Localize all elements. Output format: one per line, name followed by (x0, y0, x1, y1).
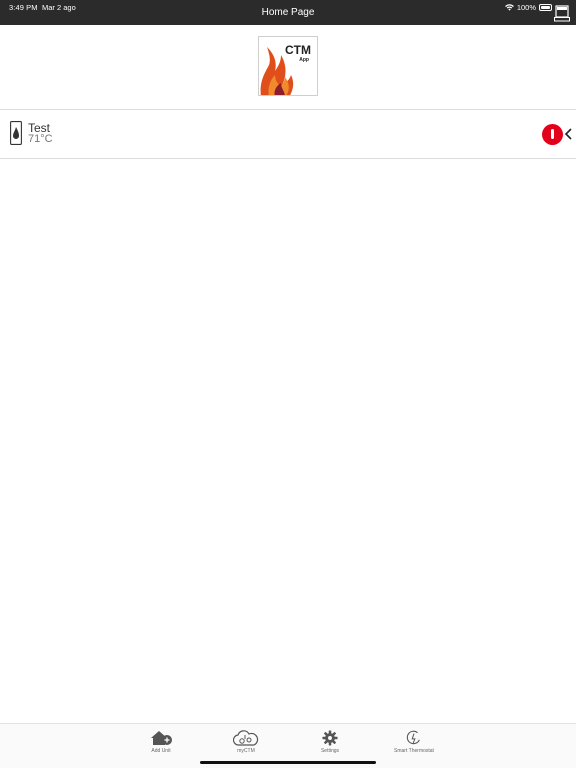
tab-bar: Add Unit myCTM Settings Smart Thermostat (0, 723, 576, 768)
chevron-left-icon[interactable] (563, 125, 575, 143)
divider-bottom (0, 158, 576, 159)
tab-add-unit[interactable]: Add Unit (121, 730, 201, 754)
logo-brand-text: CTM (285, 43, 311, 57)
cloud-icon (233, 730, 259, 746)
tab-label: myCTM (237, 748, 255, 754)
home-indicator[interactable] (200, 761, 376, 764)
alert-icon[interactable] (542, 124, 563, 145)
house-plus-icon (151, 731, 172, 745)
gas-unit-icon (10, 121, 22, 145)
tab-label: Smart Thermostat (394, 748, 434, 754)
dock-icon[interactable] (554, 5, 570, 23)
page-title: Home Page (261, 7, 315, 18)
unit-row[interactable]: Test 71°C (0, 110, 576, 158)
logo-sub-text: App (299, 57, 309, 63)
tab-smart-thermostat[interactable]: Smart Thermostat (374, 730, 454, 754)
tab-label: Add Unit (151, 748, 171, 754)
navigation-bar: 3:49 PM Mar 2 ago 100% Home Page (0, 0, 576, 25)
tab-settings[interactable]: Settings (290, 730, 370, 754)
tab-myctm[interactable]: myCTM (206, 730, 286, 754)
gear-icon (322, 730, 338, 746)
thermostat-icon (406, 730, 420, 745)
ctm-app-logo: CTM App (258, 36, 318, 96)
unit-temperature: 71°C (28, 133, 53, 145)
tab-label: Settings (320, 748, 340, 754)
